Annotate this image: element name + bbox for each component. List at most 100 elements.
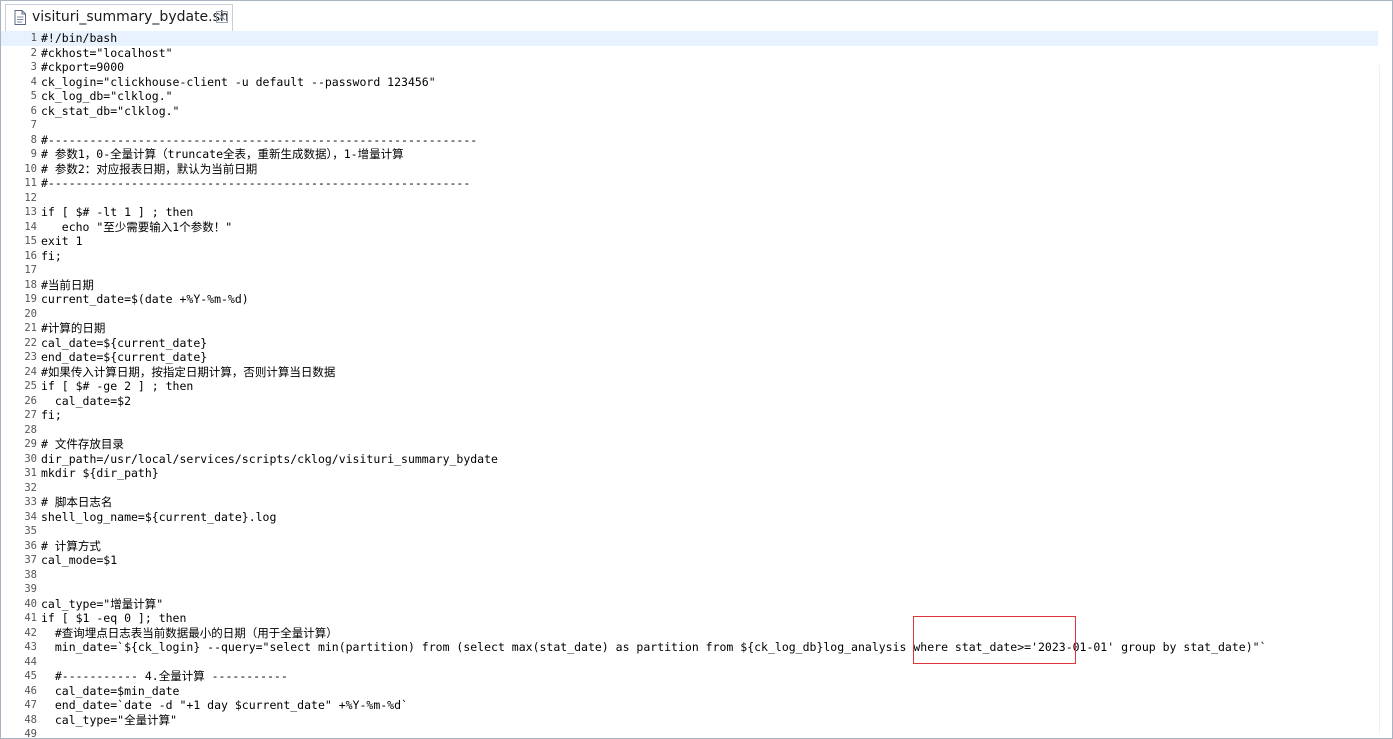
code-line[interactable]: 5 ck_log_db="clklog." (1, 89, 1378, 104)
line-text: cal_date=$2 (41, 393, 132, 408)
line-text: # 脚本日志名 (41, 495, 113, 509)
code-line[interactable]: 15 exit 1 (1, 234, 1378, 249)
line-number: 11 (24, 177, 37, 189)
code-line[interactable]: 16 fi; (1, 249, 1378, 264)
line-number: 32 (24, 481, 37, 494)
code-line[interactable]: 29 # 文件存放目录 (1, 437, 1378, 452)
line-number: 28 (24, 423, 37, 436)
line-number: 14 (24, 220, 37, 233)
code-line[interactable]: 39 (1, 582, 1378, 597)
code-line[interactable]: 38 (1, 568, 1378, 583)
line-text: ck_stat_db="clklog." (41, 103, 180, 118)
line-number: 23 (24, 351, 37, 363)
vertical-scrollbar[interactable] (1379, 65, 1390, 734)
line-number: 5 (30, 90, 37, 102)
line-number: 42 (24, 626, 37, 639)
line-text: current_date=$(date +%Y-%m-%d) (41, 292, 249, 306)
editor-window: visituri_summary_bydate.sh 1 #!/bin/bash 2… (0, 0, 1393, 739)
code-line[interactable]: 2 #ckhost="localhost" (1, 46, 1378, 61)
code-line[interactable]: 33 # 脚本日志名 (1, 495, 1378, 510)
code-line[interactable]: 10 # 参数2：对应报表日期，默认为当前日期 (1, 162, 1378, 177)
code-line[interactable]: 6 ck_stat_db="clklog." (1, 104, 1378, 119)
code-line[interactable]: 49 (1, 727, 1378, 739)
code-line[interactable]: 7 (1, 118, 1378, 133)
code-line[interactable]: 45 #----------- 4.全量计算 ----------- (1, 669, 1378, 684)
line-number: 13 (24, 206, 37, 218)
line-number: 31 (24, 467, 37, 479)
code-line[interactable]: 40 cal_type="增量计算" (1, 597, 1378, 612)
line-number: 19 (24, 293, 37, 305)
code-line[interactable]: 1 #!/bin/bash (1, 31, 1378, 46)
code-line[interactable]: 8 #--------------------------------------… (1, 133, 1378, 148)
code-line[interactable]: 19 current_date=$(date +%Y-%m-%d) (1, 292, 1378, 307)
close-icon[interactable] (216, 11, 228, 23)
code-line[interactable]: 27 fi; (1, 408, 1378, 423)
line-number: 35 (24, 525, 37, 537)
code-line[interactable]: 35 (1, 524, 1378, 539)
code-line[interactable]: 13 if [ $# -lt 1 ] ; then (1, 205, 1378, 220)
line-text: end_date=`date -d "+1 day $current_date"… (41, 698, 408, 712)
code-line[interactable]: 22 cal_date=${current_date} (1, 336, 1378, 351)
code-line[interactable]: 26 cal_date=$2 (1, 394, 1378, 409)
code-line[interactable]: 17 (1, 263, 1378, 278)
code-line[interactable]: 4 ck_login="clickhouse-client -u default … (1, 75, 1378, 90)
line-number: 38 (24, 568, 37, 581)
line-text: if [ $# -ge 2 ] ; then (41, 379, 194, 393)
code-line[interactable]: 24 #如果传入计算日期，按指定日期计算，否则计算当日数据 (1, 365, 1378, 380)
line-text: # 计算方式 (41, 538, 101, 553)
code-line[interactable]: 41 if [ $1 -eq 0 ]; then (1, 611, 1378, 626)
line-number: 49 (24, 728, 37, 739)
code-line[interactable]: 18 #当前日期 (1, 278, 1378, 293)
code-line[interactable]: 42 #查询埋点日志表当前数据最小的日期（用于全量计算） (1, 626, 1378, 641)
code-line[interactable]: 14 echo "至少需要输入1个参数！" (1, 220, 1378, 235)
line-text: shell_log_name=${current_date}.log (41, 509, 277, 524)
line-number: 21 (24, 322, 37, 334)
code-line[interactable]: 34 shell_log_name=${current_date}.log (1, 510, 1378, 525)
code-lines: 1 #!/bin/bash 2 #ckhost="localhost" 3 #ckport… (1, 31, 1378, 739)
line-number: 18 (24, 278, 37, 291)
line-text: fi; (41, 248, 62, 263)
line-text: #----------- 4.全量计算 ----------- (41, 669, 288, 683)
code-line[interactable]: 48 cal_type="全量计算" (1, 713, 1378, 728)
line-text: cal_date=${current_date} (41, 335, 208, 350)
code-line[interactable]: 23 end_date=${current_date} (1, 350, 1378, 365)
line-text: ck_log_db="clklog." (41, 89, 173, 103)
code-line[interactable]: 12 (1, 191, 1378, 206)
code-line[interactable]: 11 #-------------------------------------… (1, 176, 1378, 191)
code-line[interactable]: 20 (1, 307, 1378, 322)
line-text: cal_mode=$1 (41, 553, 118, 567)
line-number: 41 (24, 612, 37, 624)
line-number: 37 (24, 554, 37, 566)
line-number: 10 (24, 162, 37, 175)
line-text: #!/bin/bash (41, 31, 118, 45)
line-number: 4 (30, 75, 37, 88)
code-line[interactable]: 46 cal_date=$min_date (1, 684, 1378, 699)
line-number: 40 (24, 597, 37, 610)
code-line[interactable]: 28 (1, 423, 1378, 438)
code-editor[interactable]: 1 #!/bin/bash 2 #ckhost="localhost" 3 #ckport… (1, 31, 1392, 738)
line-number: 9 (30, 148, 37, 160)
line-number: 36 (24, 539, 37, 552)
file-tab[interactable]: visituri_summary_bydate.sh (5, 4, 233, 31)
code-line[interactable]: 3 #ckport=9000 (1, 60, 1378, 75)
line-number: 30 (24, 452, 37, 465)
line-text: mkdir ${dir_path} (41, 466, 159, 480)
code-line[interactable]: 36 # 计算方式 (1, 539, 1378, 554)
code-line[interactable]: 9 # 参数1，0-全量计算（truncate全表，重新生成数据），1-增量计算 (1, 147, 1378, 162)
line-number: 24 (24, 365, 37, 378)
line-number: 20 (24, 307, 37, 320)
code-line[interactable]: 37 cal_mode=$1 (1, 553, 1378, 568)
code-line[interactable]: 44 (1, 655, 1378, 670)
code-line[interactable]: 31 mkdir ${dir_path} (1, 466, 1378, 481)
line-number: 15 (24, 235, 37, 247)
line-text: cal_type="全量计算" (41, 712, 178, 727)
line-number: 27 (24, 409, 37, 421)
code-line[interactable]: 25 if [ $# -ge 2 ] ; then (1, 379, 1378, 394)
code-line[interactable]: 30 dir_path=/usr/local/services/scripts/c… (1, 452, 1378, 467)
code-line[interactable]: 32 (1, 481, 1378, 496)
code-line[interactable]: 43 min_date=`${ck_login} --query="select… (1, 640, 1378, 655)
code-line[interactable]: 47 end_date=`date -d "+1 day $current_da… (1, 698, 1378, 713)
line-number: 22 (24, 336, 37, 349)
code-line[interactable]: 21 #计算的日期 (1, 321, 1378, 336)
line-number: 2 (30, 46, 37, 59)
